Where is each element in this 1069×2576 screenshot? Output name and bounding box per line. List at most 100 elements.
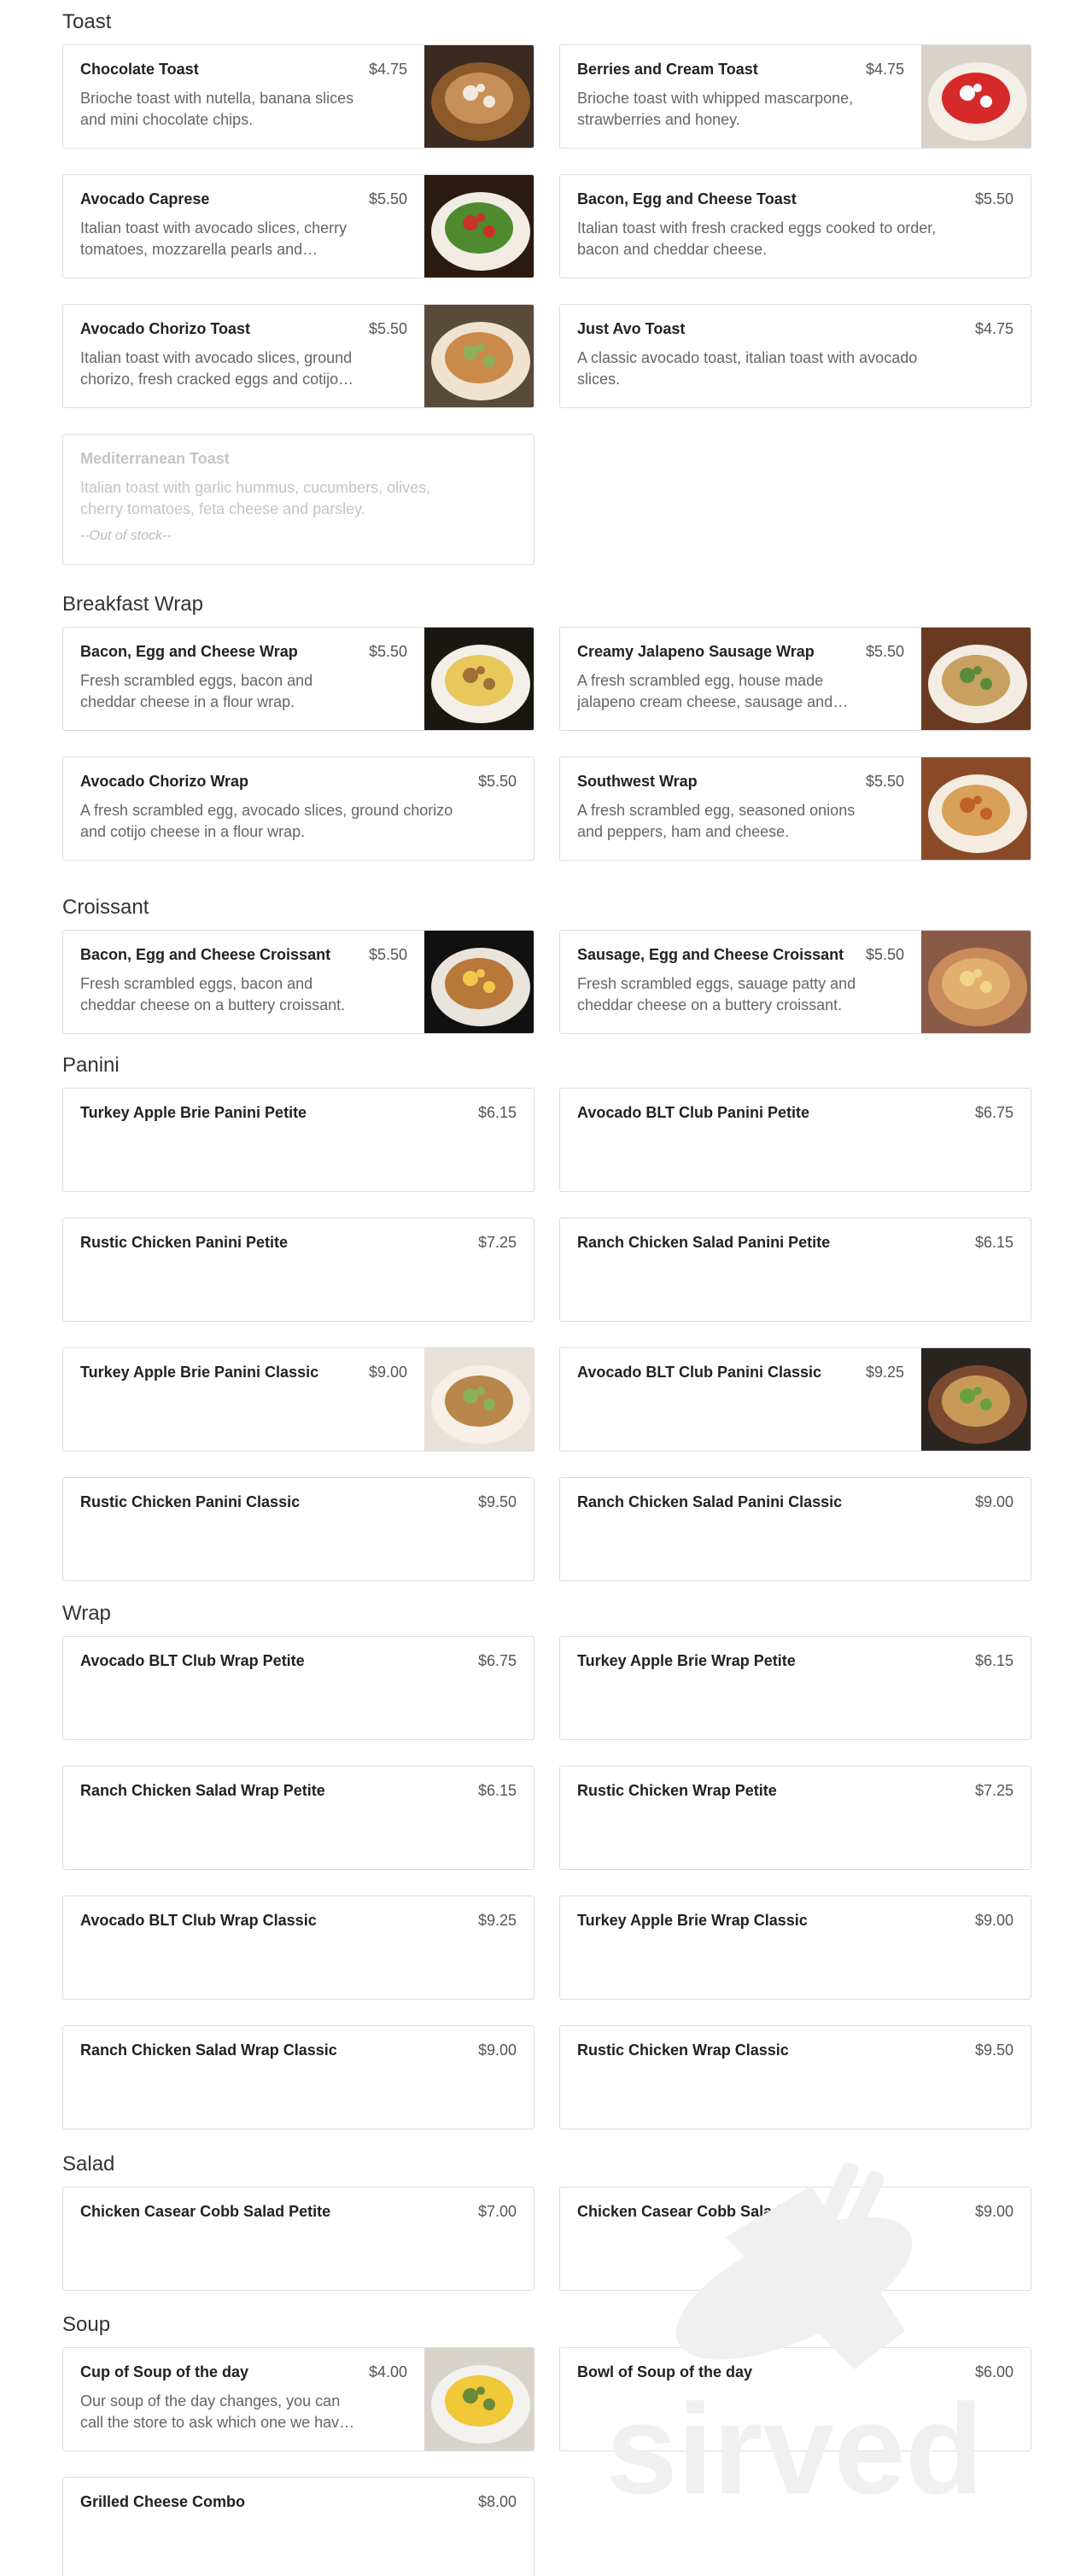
menu-item-card[interactable]: Avocado Chorizo Toast $5.50 Italian toast … [62,304,534,408]
item-name: Avocado BLT Club Wrap Petite [80,1652,305,1669]
menu-item-card[interactable]: Berries and Cream Toast $4.75 Brioche toas… [559,44,1031,149]
item-description: Fresh scrambled eggs, bacon and cheddar … [80,975,346,1013]
item-name: Bacon, Egg and Cheese Croissant [80,946,331,963]
menu-item-card[interactable]: Rustic Chicken Wrap Classic $9.50 [559,2025,1031,2129]
item-name: Chicken Casear Cobb Salad Classic [577,2203,840,2220]
menu-item-card[interactable]: Ranch Chicken Salad Panini Petite $6.15 [559,1218,1031,1322]
section-wrap: Wrap Avocado BLT Club Wrap Petite $6.75 Tur… [62,1592,1031,2143]
item-name: Turkey Apple Brie Wrap Petite [577,1652,796,1669]
item-name: Cup of Soup of the day [80,2363,248,2380]
item-grid: Turkey Apple Brie Panini Petite $6.15 Avoc… [62,1088,1031,1581]
section-toast: Toast Chocolate Toast $4.75 Brioche toast w… [62,0,1031,579]
menu-item-card[interactable]: Bacon, Egg and Cheese Croissant $5.50 Fres… [62,930,534,1034]
item-price: $9.00 [477,2042,517,2059]
berries-cream-toast-photo[interactable] [921,45,1031,148]
item-name: Rustic Chicken Wrap Petite [577,1782,777,1799]
menu-item-card[interactable]: Southwest Wrap $5.50 A fresh scrambled egg… [559,756,1031,861]
item-price: $5.50 [368,320,407,337]
menu-item-card[interactable]: Ranch Chicken Salad Wrap Petite $6.15 [62,1766,534,1870]
item-name: Chocolate Toast [80,61,199,78]
item-price: $6.75 [477,1652,517,1669]
menu-item-card[interactable]: Chicken Casear Cobb Salad Petite $7.00 [62,2187,534,2291]
item-price: $4.75 [974,320,1014,337]
section-title: Croissant [62,896,149,919]
menu-item-card[interactable]: Cup of Soup of the day $4.00 Our soup of t… [62,2347,534,2451]
item-name: Creamy Jalapeno Sausage Wrap [577,643,815,660]
item-name: Mediterranean Toast [80,450,230,467]
item-price: $5.50 [368,946,407,963]
menu-item-card[interactable]: Avocado BLT Club Wrap Classic $9.25 [62,1895,534,2000]
item-name: Avocado BLT Club Panini Classic [577,1364,822,1381]
item-name: Avocado Caprese [80,190,210,207]
menu-item-card[interactable]: Rustic Chicken Panini Petite $7.25 [62,1218,534,1322]
menu-item-card[interactable]: Ranch Chicken Salad Panini Classic $9.00 [559,1477,1031,1581]
item-name: Bowl of Soup of the day [577,2363,752,2380]
menu-item-card[interactable]: Rustic Chicken Panini Classic $9.50 [62,1477,534,1581]
menu-item-card[interactable]: Chocolate Toast $4.75 Brioche toast with n… [62,44,534,149]
avocado-chorizo-toast-photo[interactable] [424,305,534,407]
out-of-stock-label: --Out of stock-- [80,529,172,543]
section-title: Panini [62,1054,120,1077]
item-price: $5.50 [974,190,1014,207]
menu-item-card[interactable]: Turkey Apple Brie Panini Petite $6.15 [62,1088,534,1192]
blt-panini-photo[interactable] [921,1348,1031,1451]
jalapeno-sausage-wrap-photo[interactable] [921,628,1031,730]
menu-item-card[interactable]: Ranch Chicken Salad Wrap Classic $9.00 [62,2025,534,2129]
item-price: $9.25 [477,1912,517,1929]
item-price: $9.00 [974,2203,1014,2220]
menu-item-card[interactable]: Just Avo Toast $4.75 A classic avocado toa… [559,304,1031,408]
item-name: Rustic Chicken Panini Petite [80,1234,289,1251]
menu-item-card[interactable]: Sausage, Egg and Cheese Croissant $5.50 Fr… [559,930,1031,1034]
menu-item-card[interactable]: Bowl of Soup of the day $6.00 [559,2347,1031,2451]
item-name: Berries and Cream Toast [577,61,758,78]
item-name: Turkey Apple Brie Panini Classic [80,1364,319,1381]
item-description: Fresh scrambled eggs, bacon and cheddar … [80,672,313,710]
item-name: Avocado BLT Club Wrap Classic [80,1912,317,1929]
section-salad: Salad Chicken Casear Cobb Salad Petite $7.… [62,2142,1031,2304]
menu-item-card[interactable]: Rustic Chicken Wrap Petite $7.25 [559,1766,1031,1870]
menu-item-card[interactable]: Turkey Apple Brie Panini Classic $9.00 [62,1347,534,1452]
sausage-croissant-photo[interactable] [921,931,1031,1033]
menu-item-card[interactable]: Grilled Cheese Combo $8.00 [62,2477,534,2576]
menu-item-card[interactable]: Chicken Casear Cobb Salad Classic $9.00 [559,2187,1031,2291]
section-breakfast-wrap: Breakfast Wrap Bacon, Egg and Cheese Wrap… [62,582,1031,874]
item-name: Ranch Chicken Salad Wrap Classic [80,2042,337,2059]
menu-item-card[interactable]: Creamy Jalapeno Sausage Wrap $5.50 A fresh… [559,627,1031,731]
menu-item-card[interactable]: Bacon, Egg and Cheese Wrap $5.50 Fresh scr… [62,627,534,731]
item-price: $5.50 [368,643,407,660]
item-name: Turkey Apple Brie Panini Petite [80,1104,307,1121]
item-price: $7.25 [477,1234,517,1251]
item-price: $5.50 [865,946,904,963]
item-price: $6.15 [477,1104,517,1121]
southwest-wrap-photo[interactable] [921,757,1031,860]
section-title: Breakfast Wrap [62,593,203,616]
item-name: Bacon, Egg and Cheese Wrap [80,643,298,660]
item-name: Bacon, Egg and Cheese Toast [577,190,797,207]
menu-item-card[interactable]: Avocado BLT Club Panini Classic $9.25 [559,1347,1031,1452]
section-title: Salad [62,2153,115,2176]
menu-item-card[interactable]: Avocado Chorizo Wrap $5.50 A fresh scrambl… [62,756,534,861]
menu-item-card[interactable]: Avocado BLT Club Panini Petite $6.75 [559,1088,1031,1192]
item-description: Italian toast with fresh cracked eggs co… [577,219,937,258]
bacon-egg-cheese-wrap-photo[interactable] [424,628,534,730]
chocolate-toast-photo[interactable] [424,45,534,148]
menu-item-card[interactable]: Turkey Apple Brie Wrap Petite $6.15 [559,1636,1031,1740]
item-name: Avocado Chorizo Toast [80,320,251,337]
menu-item-card[interactable]: Mediterranean Toast Italian toast with ga… [62,434,534,565]
item-price: $5.50 [865,773,904,790]
item-description: Our soup of the day changes, you can cal… [80,2392,348,2431]
bacon-croissant-photo[interactable] [424,931,534,1033]
turkey-panini-photo[interactable] [424,1348,534,1451]
item-name: Avocado BLT Club Panini Petite [577,1104,810,1121]
menu-item-card[interactable]: Avocado Caprese $5.50 Italian toast with a… [62,174,534,278]
menu-item-card[interactable]: Avocado BLT Club Wrap Petite $6.75 [62,1636,534,1740]
item-description: A classic avocado toast, italian toast w… [577,349,918,388]
item-grid: Bacon, Egg and Cheese Croissant $5.50 Fres… [62,930,1031,1034]
soup-photo[interactable] [424,2348,534,2450]
menu-item-card[interactable]: Turkey Apple Brie Wrap Classic $9.00 [559,1895,1031,2000]
avocado-caprese-photo[interactable] [424,175,534,277]
section-title: Wrap [62,1602,111,1625]
item-price: $4.75 [368,61,407,78]
menu-item-card[interactable]: Bacon, Egg and Cheese Toast $5.50 Italian … [559,174,1031,278]
item-name: Turkey Apple Brie Wrap Classic [577,1912,808,1929]
